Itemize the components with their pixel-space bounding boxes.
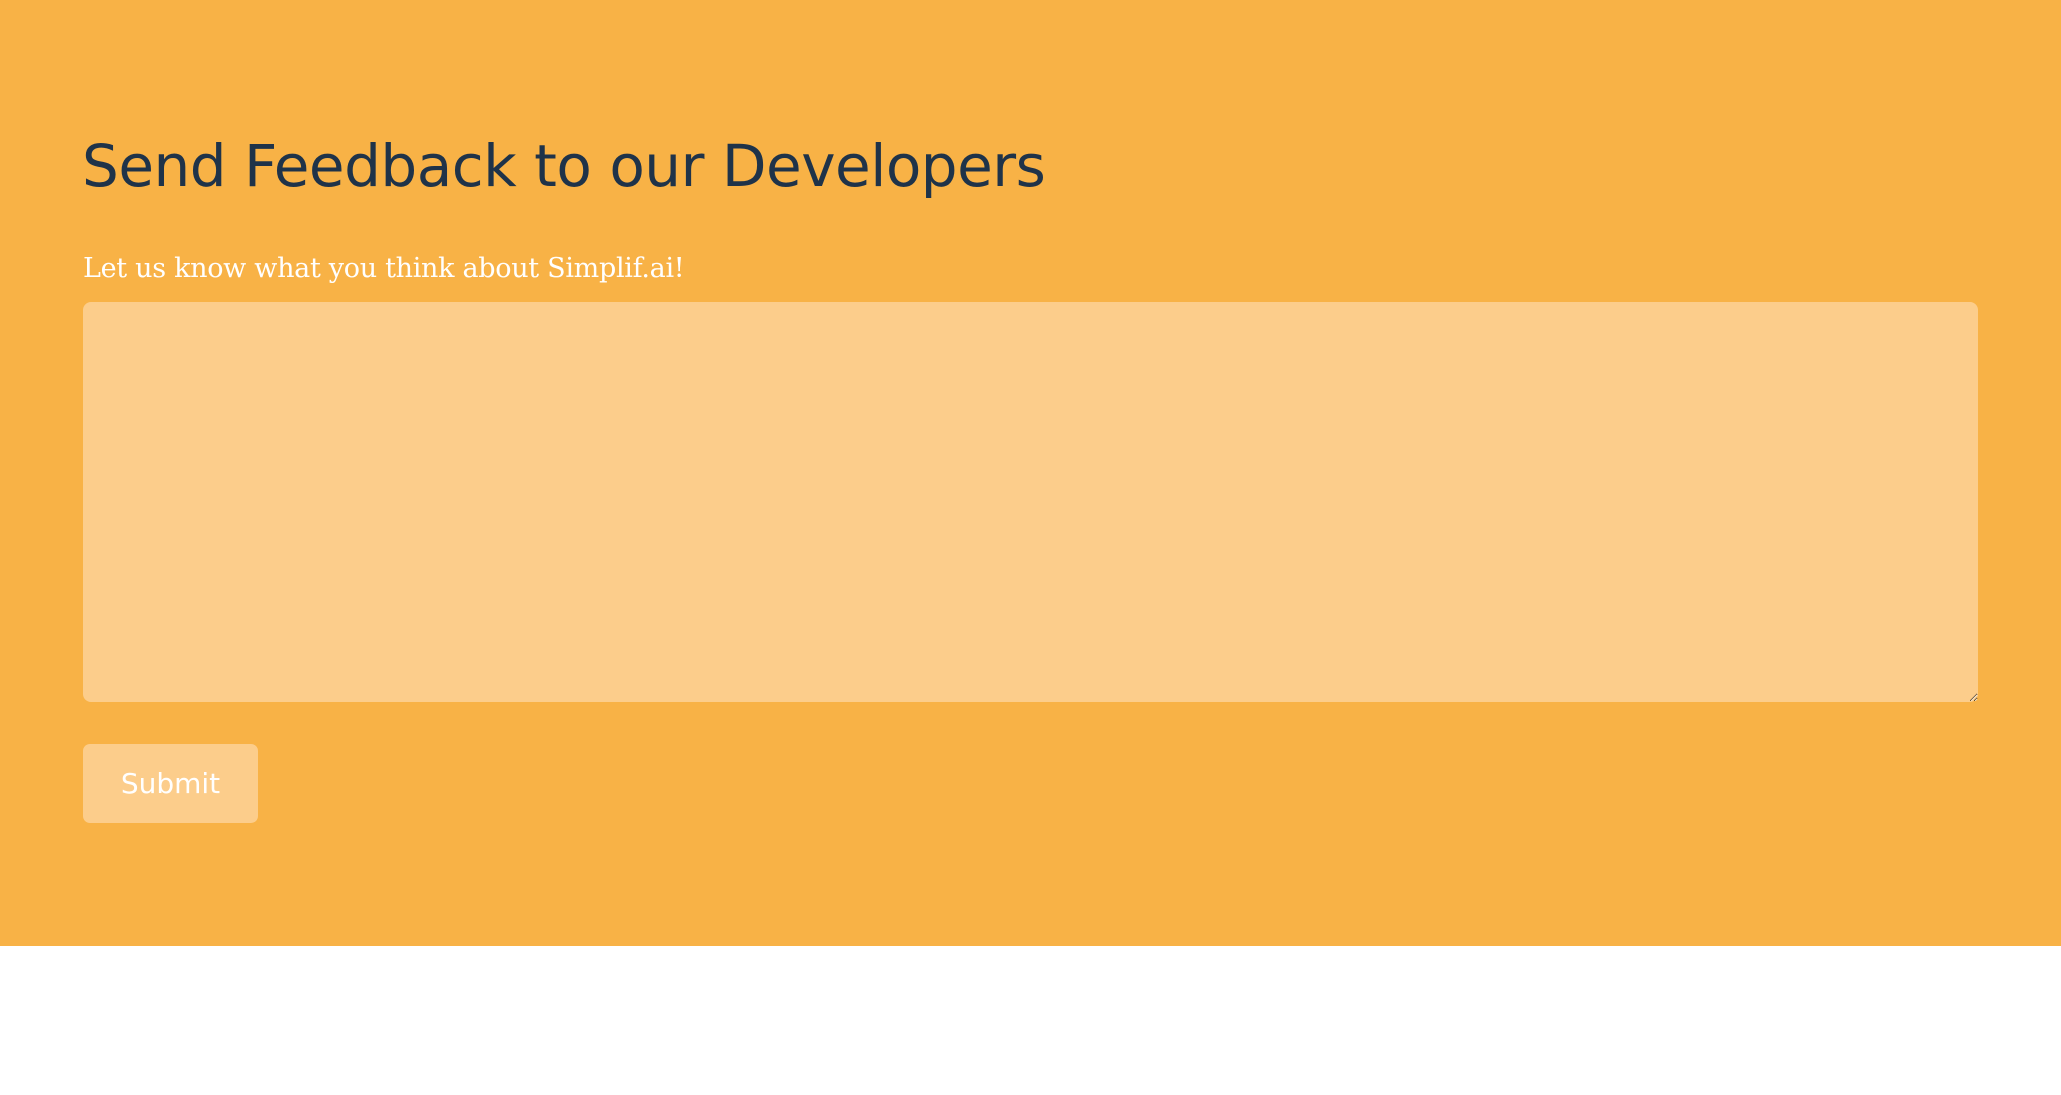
feedback-prompt-label: Let us know what you think about Simplif…	[83, 253, 685, 284]
feedback-section: Send Feedback to our Developers Let us k…	[0, 0, 2061, 946]
page-title: Send Feedback to our Developers	[82, 132, 1046, 200]
submit-button[interactable]: Submit	[83, 744, 258, 823]
feedback-textarea[interactable]	[83, 302, 1978, 702]
